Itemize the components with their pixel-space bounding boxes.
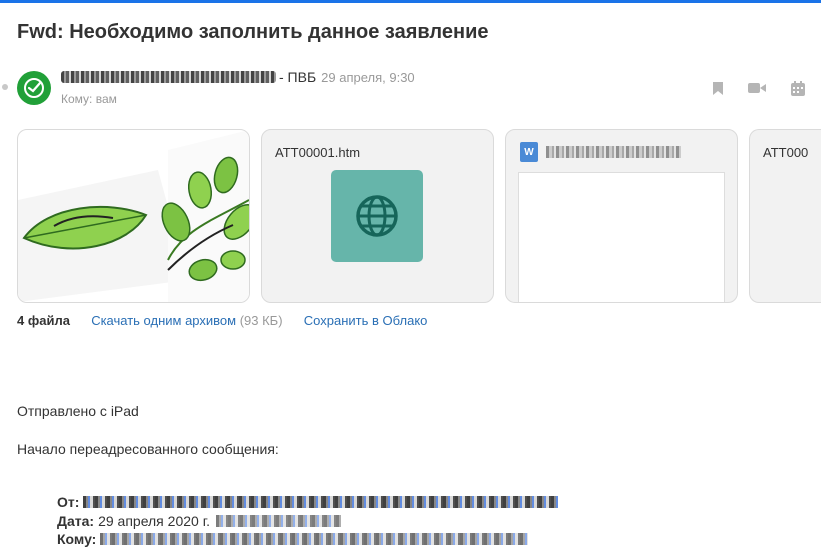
sberbank-logo-icon (24, 78, 44, 98)
recipient-line[interactable]: Кому: вам (61, 92, 117, 106)
redacted-file-name (546, 146, 681, 158)
redacted-from (83, 496, 559, 508)
attachment-name: ATT000 (763, 145, 809, 160)
email-subject: Fwd: Необходимо заполнить данное заявлен… (17, 21, 489, 43)
body-sent-from: Отправлено с iPad (17, 403, 139, 419)
email-date: 29 апреля, 9:30 (321, 69, 415, 85)
forwarded-from: От: (57, 494, 559, 510)
date-label: Дата: (57, 513, 95, 529)
attachment-image-card[interactable] (17, 129, 250, 303)
document-preview (518, 172, 725, 302)
sender-org[interactable]: - ПВБ (279, 69, 316, 85)
globe-icon (356, 195, 398, 237)
attachment-name: ATT00001.htm (275, 145, 361, 160)
archive-size: (93 КБ) (239, 313, 283, 328)
globe-tile (331, 170, 423, 262)
attachment-htm-card[interactable]: ATT00001.htm (261, 129, 494, 303)
forwarded-date: Дата: 29 апреля 2020 г. (57, 513, 341, 529)
redacted-sender-name (61, 71, 276, 83)
from-label: От: (57, 494, 80, 510)
files-count: 4 файла (17, 313, 70, 328)
word-icon: W (520, 142, 538, 162)
date-value: 29 апреля 2020 г. (98, 513, 210, 529)
redacted-time (215, 515, 341, 527)
bookmark-icon[interactable] (709, 80, 727, 96)
attachment-word-card[interactable]: W (505, 129, 738, 303)
sender-line: - ПВБ 29 апреля, 9:30 (61, 69, 415, 85)
video-icon[interactable] (748, 80, 766, 96)
redacted-to (100, 533, 529, 545)
body-forwarded-header: Начало переадресованного сообщения: (17, 441, 279, 457)
status-dot (2, 84, 8, 90)
to-label: Кому: (57, 531, 97, 547)
calendar-icon[interactable] (789, 80, 807, 96)
attachments-bar: 4 файла Скачать одним архивом (93 КБ) Со… (17, 313, 427, 328)
top-accent-bar (0, 0, 821, 3)
leaf-illustration (18, 130, 249, 302)
forwarded-to: Кому: (57, 531, 529, 547)
attachment-file-card[interactable]: ATT000 (749, 129, 821, 303)
sender-avatar[interactable] (17, 71, 51, 105)
download-archive-link[interactable]: Скачать одним архивом (91, 313, 236, 328)
save-to-cloud-link[interactable]: Сохранить в Облако (304, 313, 428, 328)
